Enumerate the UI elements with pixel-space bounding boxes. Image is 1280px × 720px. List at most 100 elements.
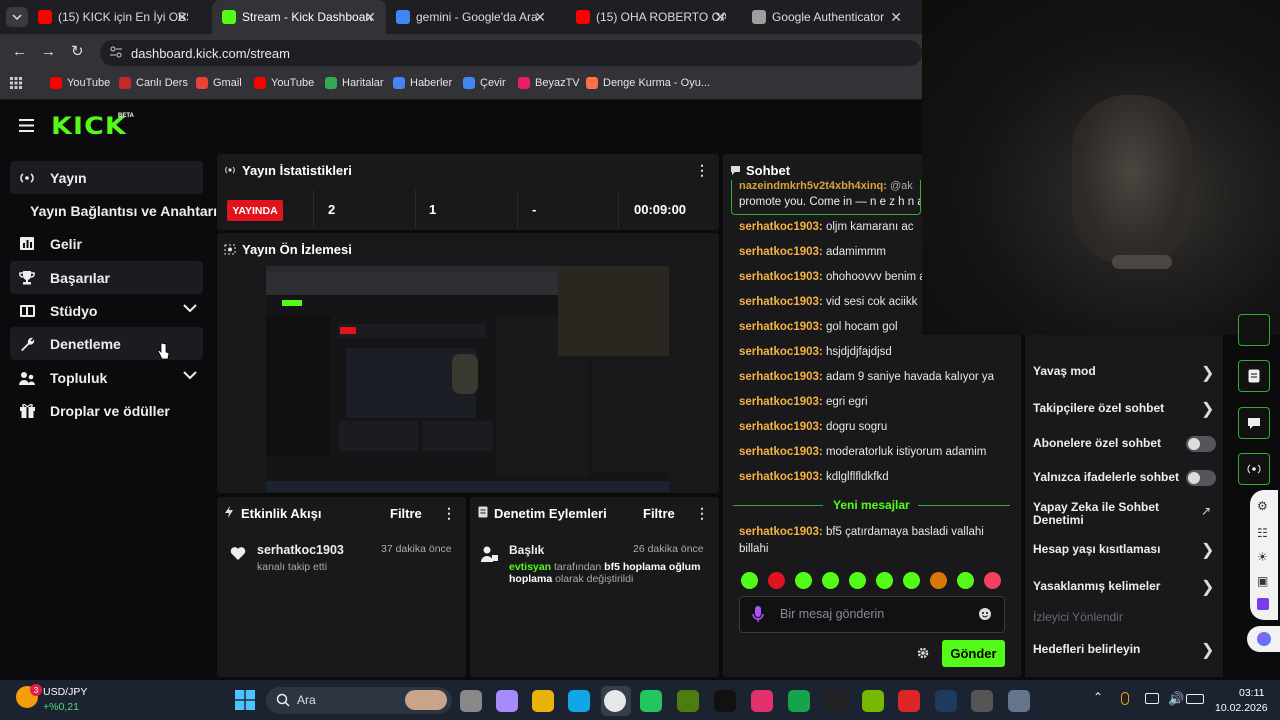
sidebar-item-4[interactable]: Başarılar [10,261,203,294]
apps-grid-icon[interactable] [10,77,22,89]
last-message-user[interactable]: serhatkoc1903: [739,526,823,538]
chat-username[interactable]: serhatkoc1903: [739,246,823,258]
xbox-icon[interactable] [788,690,810,712]
file-explorer-icon[interactable] [460,690,482,712]
tray-volume-icon[interactable]: 🔊 [1168,691,1184,707]
tiktok-icon[interactable] [714,690,736,712]
microphone-icon[interactable] [752,606,764,622]
recorder-icon[interactable] [971,690,993,712]
chat-username[interactable]: serhatkoc1903: [739,221,823,233]
image-icon[interactable]: ▣ [1257,574,1268,588]
emote-icon[interactable] [822,572,839,589]
tab-list-button[interactable] [6,7,28,27]
settings-icon[interactable] [1008,690,1030,712]
emote-icon[interactable] [795,572,812,589]
activity-more-icon[interactable]: ⋮ [442,505,456,522]
toggle-switch[interactable] [1186,470,1216,486]
chrome-icon[interactable] [604,690,626,712]
chat-setting-7[interactable]: Yasaklanmış kelimeler [1033,579,1160,593]
sidebar-item-1[interactable]: Yayın [10,161,203,194]
green-app-icon[interactable] [677,690,699,712]
tray-battery-icon[interactable] [1186,694,1204,704]
chat-setting-5[interactable]: Yapay Zeka ile Sohbet Denetimi [1033,500,1159,527]
clock-time[interactable]: 03:11 [1239,687,1265,699]
emote-icon[interactable] [849,572,866,589]
light-icon[interactable]: ☀ [1257,550,1268,564]
bookmark-item[interactable]: Haberler [393,77,452,89]
chat-username[interactable]: serhatkoc1903: [739,346,823,358]
emote-icon[interactable] [768,572,785,589]
close-tab-icon[interactable]: ✕ [176,9,188,26]
menu-icon[interactable] [19,119,34,132]
chat-settings-gear-icon[interactable] [917,647,929,659]
bookmark-item[interactable]: Gmail [196,77,242,89]
emote-icon[interactable] [903,572,920,589]
spotify-icon[interactable] [640,690,662,712]
chevron-down-icon[interactable] [183,371,197,379]
chat-username[interactable]: serhatkoc1903: [739,271,823,283]
emoji-icon[interactable] [979,608,991,620]
epic-games-icon[interactable] [825,690,847,712]
chevron-right-icon[interactable]: ❯ [1201,577,1214,597]
stream-preview-video[interactable] [266,266,669,492]
sidebar-item-3[interactable]: Gelir [10,227,203,260]
forward-icon[interactable]: → [41,43,56,60]
nvidia-icon[interactable] [862,690,884,712]
tool-icon-1[interactable]: ⚙ [1257,499,1268,513]
tray-display-icon[interactable] [1145,693,1159,704]
sidebar-item-5[interactable]: Stüdyo [10,294,203,327]
chat-username[interactable]: serhatkoc1903: [739,321,823,333]
new-messages-label[interactable]: Yeni mesajlar [833,498,910,512]
chevron-right-icon[interactable]: ❯ [1201,640,1214,660]
sidebar-item-7[interactable]: Topluluk [10,361,203,394]
side-button-top[interactable] [1238,314,1270,346]
browser-tab[interactable]: (15) OHA ROBERTO CARLO✕ [566,0,736,34]
chevron-right-icon[interactable]: ❯ [1201,540,1214,560]
chat-setting-9[interactable]: Hedefleri belirleyin [1033,642,1140,656]
sidebar-item-2[interactable]: Yayın Bağlantısı ve Anahtarı [30,194,220,227]
bookmark-item[interactable]: Canlı Ders [119,77,188,89]
windows-start-icon[interactable] [235,690,255,710]
chevron-right-icon[interactable]: ❯ [1201,399,1214,419]
stats-more-icon[interactable]: ⋮ [695,162,709,179]
emote-icon[interactable] [930,572,947,589]
activity-user[interactable]: serhatkoc1903 [257,543,344,557]
close-tab-icon[interactable]: ✕ [364,9,376,26]
close-tab-icon[interactable]: ✕ [534,9,546,26]
copilot-icon[interactable] [496,690,518,712]
chat-username[interactable]: serhatkoc1903: [739,471,823,483]
emote-icon[interactable] [957,572,974,589]
close-tab-icon[interactable]: ✕ [890,9,902,26]
broadcast-side-icon[interactable] [1238,453,1270,485]
bookmark-item[interactable]: Haritalar [325,77,384,89]
chat-bubble-icon[interactable] [1238,407,1270,439]
store-icon[interactable] [568,690,590,712]
emote-icon[interactable] [876,572,893,589]
emote-icon[interactable] [984,572,1001,589]
chat-username[interactable]: serhatkoc1903: [739,396,823,408]
toggle-switch[interactable] [1186,436,1216,452]
note-icon[interactable] [1238,360,1270,392]
emote-icon[interactable] [741,572,758,589]
bookmark-item[interactable]: Çevir [463,77,506,89]
files-icon[interactable] [532,690,554,712]
modlog-filter-button[interactable]: Filtre [643,506,675,521]
bookmark-item[interactable]: YouTube [254,77,314,89]
tray-chevron-icon[interactable]: ⌃ [1093,690,1103,704]
send-button[interactable]: Gönder [942,640,1005,667]
settings-arrow-icon[interactable]: ❯ [1201,363,1214,383]
chat-username[interactable]: serhatkoc1903: [739,421,823,433]
activity-filter-button[interactable]: Filtre [390,506,422,521]
chat-setting-1[interactable]: Yavaş mod [1033,364,1096,378]
reload-icon[interactable]: ↻ [71,42,84,60]
chat-setting-3[interactable]: Abonelere özel sohbet [1033,436,1161,450]
sidebar-item-8[interactable]: Droplar ve ödüller [10,394,203,427]
bookmark-item[interactable]: BeyazTV [518,77,580,89]
bookmark-item[interactable]: YouTube [50,77,110,89]
modlog-actor[interactable]: evtisyan [509,561,551,573]
steam-icon[interactable] [935,690,957,712]
tray-mic-icon[interactable] [1121,692,1129,705]
back-icon[interactable]: ← [12,43,27,60]
modlog-more-icon[interactable]: ⋮ [695,505,709,522]
chat-setting-4[interactable]: Yalnızca ifadelerle sohbet [1033,470,1179,484]
